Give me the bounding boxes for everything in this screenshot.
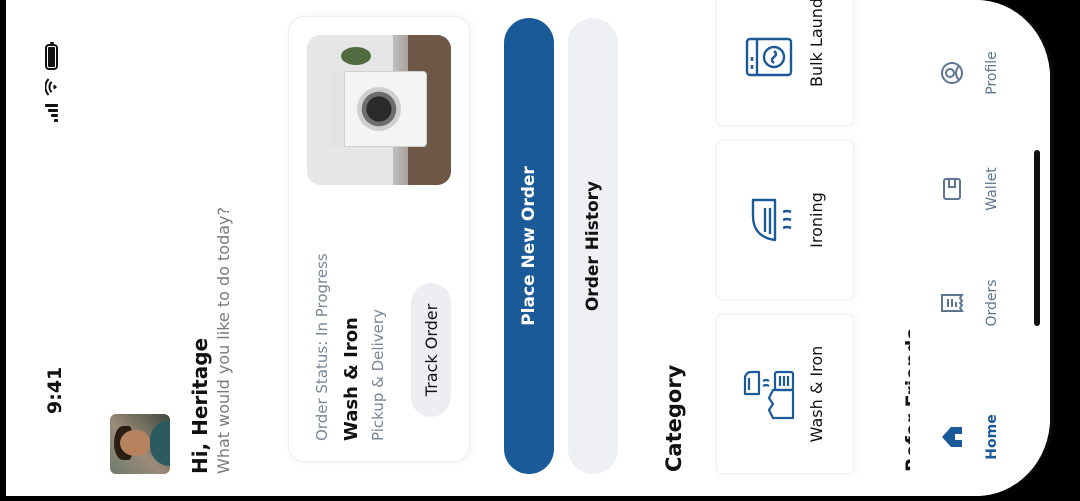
place-new-order-button[interactable]: Place New Order (504, 18, 554, 474)
home-indicator[interactable] (1034, 150, 1040, 326)
status-bar: 9:41 (30, 24, 70, 472)
greeting-title: Hi, Heritage (188, 337, 212, 474)
iron-icon (751, 198, 792, 242)
track-order-button[interactable]: Track Order (411, 283, 451, 417)
category-label: Ironing (807, 192, 826, 248)
nav-item-wallet[interactable]: Wallet (938, 154, 1000, 224)
order-service-title: Wash & Iron (341, 317, 362, 441)
bottom-navigation: Home Orders Wallet Profile (910, 0, 1050, 496)
washing-machine-image (307, 35, 451, 185)
nav-label: Profile (984, 51, 1000, 95)
category-wash-iron[interactable]: Wash & Iron (716, 314, 854, 474)
nav-label: Wallet (984, 167, 1000, 211)
avatar[interactable] (110, 414, 170, 474)
bulk-laundry-icon (745, 37, 793, 77)
orders-icon (941, 294, 964, 312)
category-heading: Category (662, 364, 686, 472)
wash-iron-icon (743, 370, 795, 420)
nav-item-home[interactable]: Home (938, 402, 1000, 472)
profile-icon (941, 62, 963, 84)
wifi-icon (44, 78, 57, 96)
phone-frame: 9:41 Hi, Heritage What would you like to… (6, 0, 1054, 496)
battery-icon (44, 44, 58, 70)
order-history-button[interactable]: Order History (568, 18, 618, 474)
nav-label: Orders (984, 279, 1000, 327)
category-ironing[interactable]: Ironing (716, 140, 854, 300)
greeting-header: Hi, Heritage What would you like to do t… (110, 14, 233, 474)
status-time: 9:41 (44, 366, 66, 414)
nav-item-orders[interactable]: Orders (938, 268, 1000, 338)
device-bezel: 9:41 Hi, Heritage What would you like to… (0, 0, 1080, 501)
category-label: Bulk Laundry (807, 0, 826, 87)
app-screen: 9:41 Hi, Heritage What would you like to… (6, 0, 1050, 496)
home-icon (942, 427, 962, 447)
order-delivery-text: Pickup & Delivery (369, 309, 387, 441)
cellular-signal-icon (44, 104, 58, 122)
nav-item-profile[interactable]: Profile (938, 38, 1000, 108)
order-status-text: Order Status: In Progress (313, 253, 331, 441)
status-icons (44, 44, 58, 122)
nav-label: Home (984, 414, 1000, 460)
category-label: Wash & Iron (807, 345, 826, 443)
category-bulk-laundry[interactable]: Bulk Laundry (716, 0, 854, 126)
greeting-subtitle: What would you like to do today? (214, 207, 233, 474)
wallet-icon (943, 178, 961, 200)
order-status-card[interactable]: Order Status: In Progress Wash & Iron Pi… (288, 16, 470, 462)
